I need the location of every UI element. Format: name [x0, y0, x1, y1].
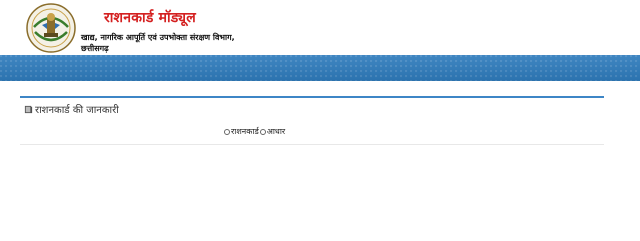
aadhar-radio-label[interactable]: आधार [267, 126, 285, 137]
search-type-radio-group: राशनकार्ड आधार [224, 126, 285, 137]
department-name: खाद्य, नागरिक आपूर्ति एवं उपभोक्ता संरक्… [81, 33, 235, 42]
aadhar-radio[interactable] [259, 128, 266, 135]
panel-title: राशनकार्ड की जानकारी [35, 105, 119, 116]
rationcard-info-panel: राशनकार्ड की जानकारी राशनकार्ड आधार [20, 96, 604, 145]
nav-band [0, 55, 640, 81]
panel-heading: राशनकार्ड की जानकारी [24, 102, 119, 116]
app-title: राशनकार्ड मॉड्यूल [104, 10, 196, 26]
state-name: छत्तीसगढ़ [81, 44, 109, 53]
header: राशनकार्ड मॉड्यूल खाद्य, नागरिक आपूर्ति … [0, 0, 640, 55]
chhattisgarh-emblem-icon [26, 3, 76, 53]
rationcard-radio[interactable] [224, 128, 230, 135]
nav-band-shade [0, 55, 640, 81]
book-icon [24, 105, 33, 113]
rationcard-radio-label[interactable]: राशनकार्ड [231, 126, 259, 137]
